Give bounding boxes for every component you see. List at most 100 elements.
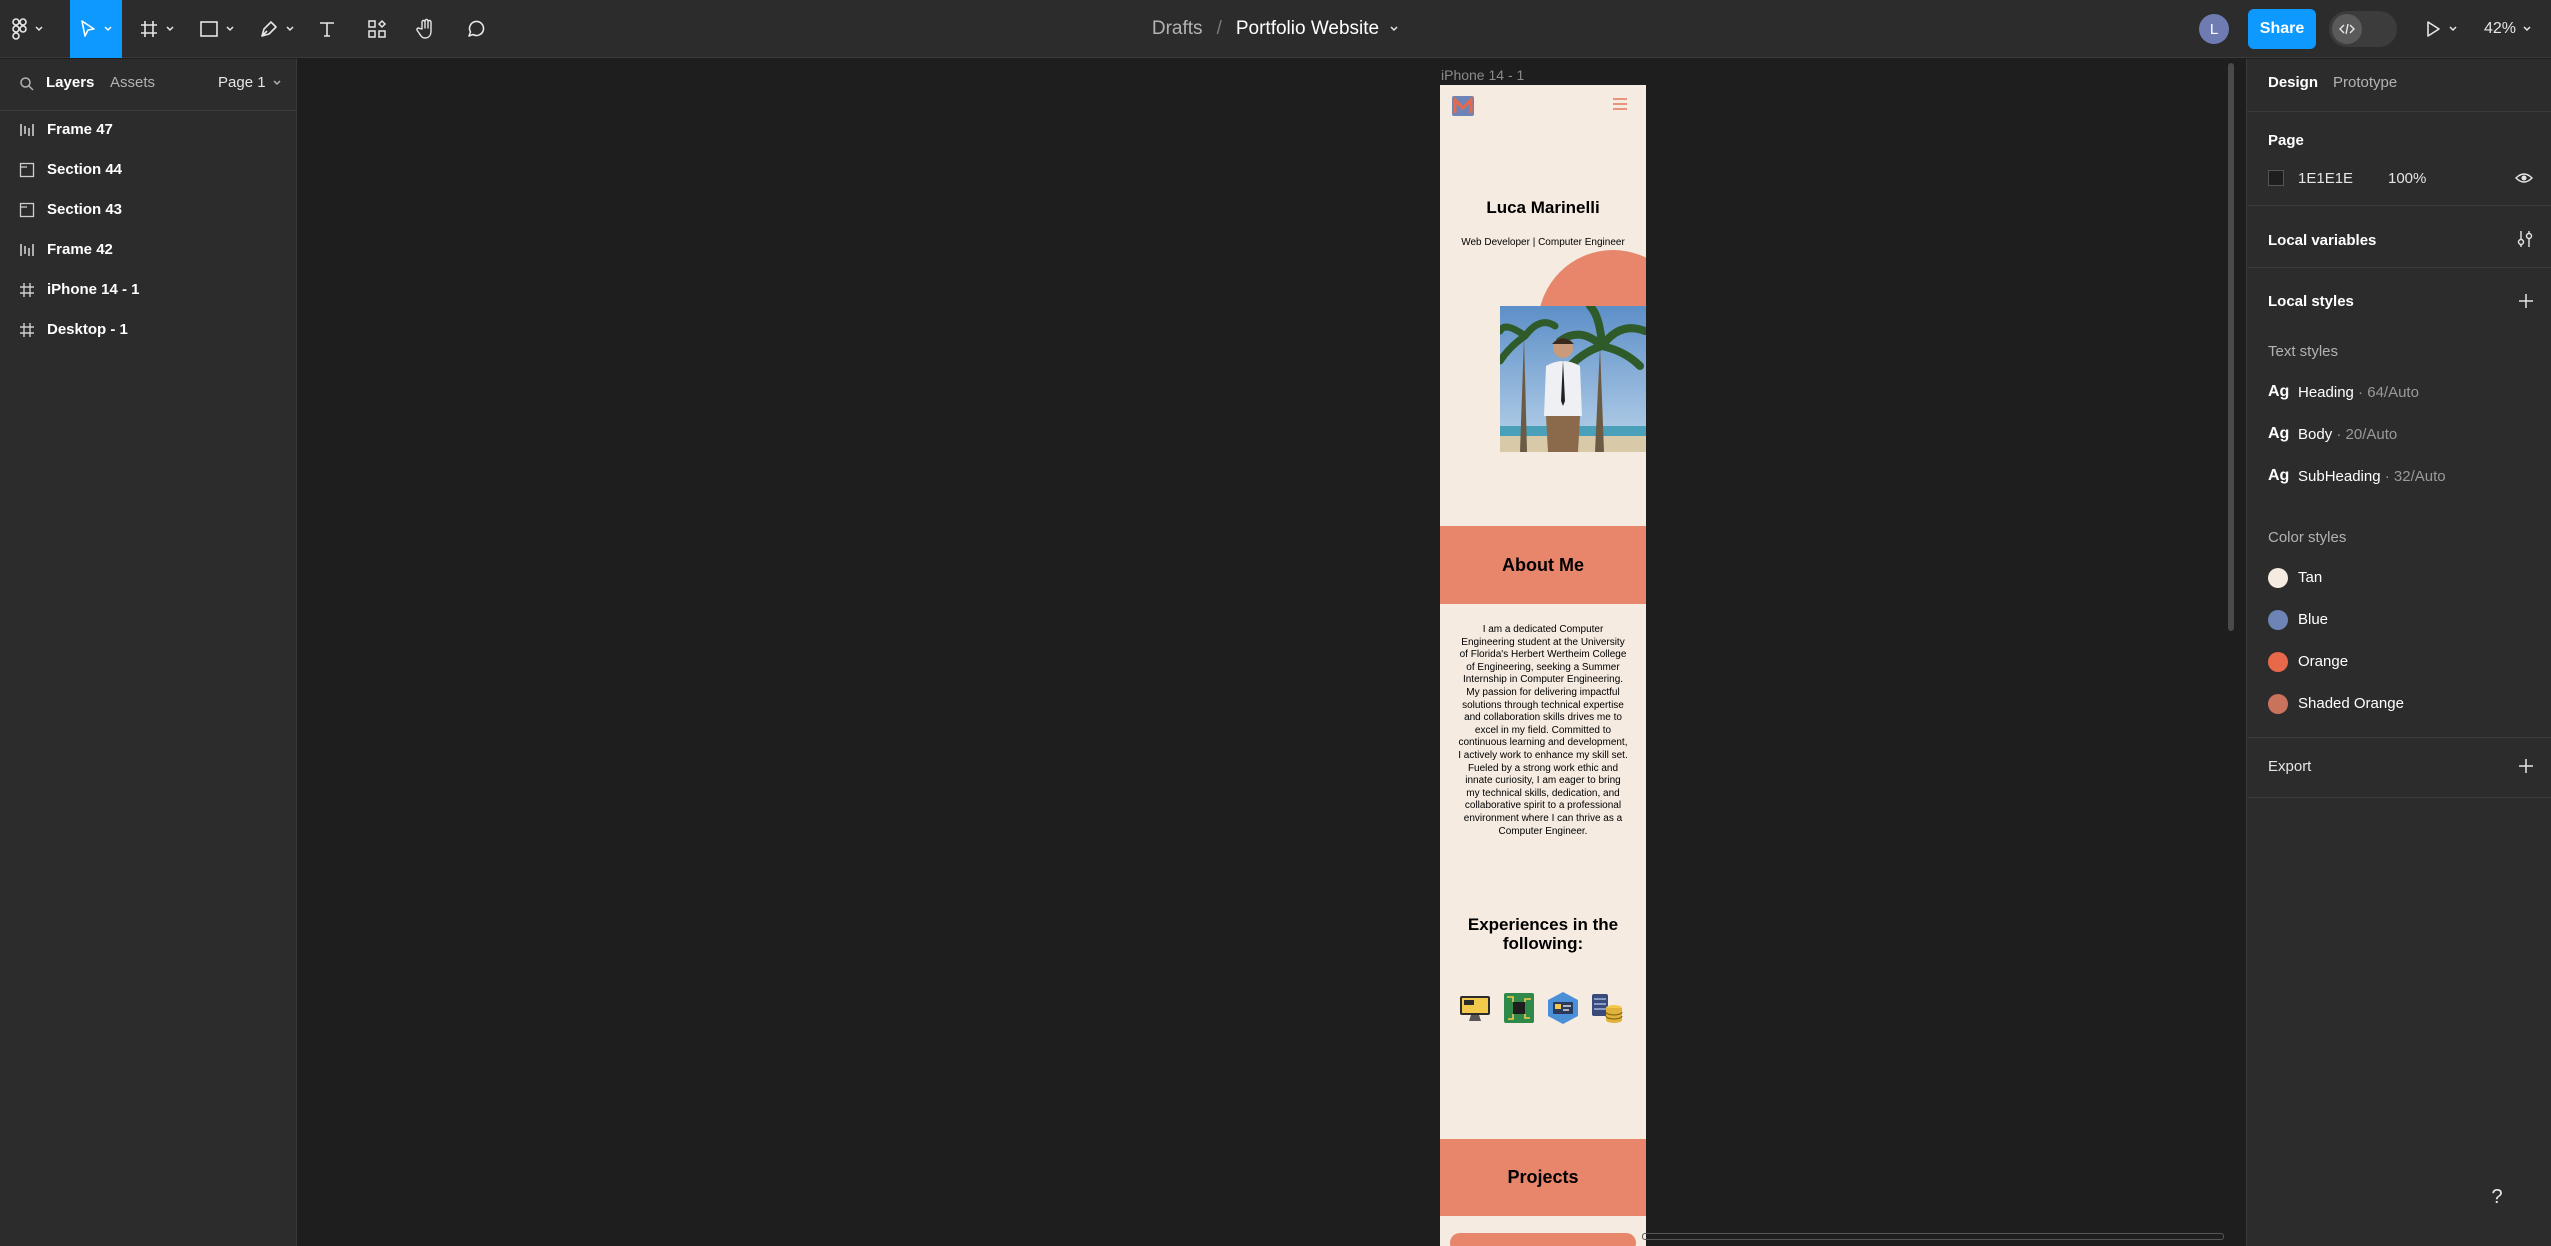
frame-hash-icon: [141, 21, 157, 37]
frame-label[interactable]: iPhone 14 - 1: [1441, 67, 1524, 83]
layer-row-frame-42[interactable]: Frame 42: [0, 229, 296, 269]
color-swatch-shaded-orange[interactable]: [2268, 694, 2288, 714]
layer-name: Frame 42: [47, 240, 113, 258]
color-swatch-orange[interactable]: [2268, 652, 2288, 672]
text-style-name: Body: [2298, 426, 2333, 443]
text-style-heading[interactable]: Heading · 64/Auto: [2298, 384, 2419, 401]
tab-layers[interactable]: Layers: [46, 74, 94, 91]
color-swatch-blue[interactable]: [2268, 610, 2288, 630]
present-button[interactable]: [2424, 0, 2458, 58]
help-button[interactable]: ?: [2477, 1177, 2517, 1217]
text-style-meta: · 32/Auto: [2380, 468, 2446, 485]
circuit-board-icon: [1504, 993, 1534, 1023]
comment-icon: [468, 20, 485, 37]
hero-photo: [1500, 306, 1646, 452]
dev-mode-knob: [2332, 14, 2362, 44]
hand-tool-button[interactable]: [411, 0, 441, 58]
chevron-down-icon: [226, 26, 234, 32]
layer-row-iphone-14-1[interactable]: iPhone 14 - 1: [0, 269, 296, 309]
frame-tool-button[interactable]: [134, 0, 180, 58]
experiences-heading: Experiences in the following:: [1467, 915, 1619, 953]
database-icon: [1592, 994, 1623, 1023]
chevron-down-icon: [2449, 26, 2457, 32]
color-swatch-tan[interactable]: [2268, 568, 2288, 588]
zoom-menu[interactable]: 42%: [2484, 0, 2532, 58]
color-style-shaded-orange[interactable]: Shaded Orange: [2298, 695, 2404, 712]
panel-divider: [2247, 205, 2551, 206]
chevron-down-icon[interactable]: [1389, 24, 1399, 34]
color-style-blue[interactable]: Blue: [2298, 611, 2328, 628]
layer-row-desktop-1[interactable]: Desktop - 1: [0, 309, 296, 349]
auto-layout-icon: [20, 124, 34, 136]
design-canvas[interactable]: iPhone 14 - 1 Luca Marinelli Web Develop…: [298, 59, 2246, 1246]
hamburger-menu-icon[interactable]: [1612, 97, 1628, 111]
page-selector-label: Page 1: [218, 74, 266, 91]
local-variables-heading: Local variables: [2268, 232, 2377, 249]
chevron-down-icon: [286, 26, 294, 32]
chevron-down-icon: [35, 26, 43, 32]
iphone-frame[interactable]: Luca Marinelli Web Developer | Computer …: [1440, 85, 1646, 1246]
color-style-tan[interactable]: Tan: [2298, 569, 2322, 586]
panel-divider: [2247, 267, 2551, 268]
layer-name: iPhone 14 - 1: [47, 280, 140, 298]
resources-tool-button[interactable]: [362, 0, 392, 58]
project-card-top: [1450, 1233, 1636, 1246]
pen-tool-button[interactable]: [254, 0, 300, 58]
layer-row-section-43[interactable]: Section 43: [0, 189, 296, 229]
layer-name: Desktop - 1: [47, 320, 128, 338]
page-selector[interactable]: Page 1: [218, 74, 282, 91]
layer-row-frame-47[interactable]: Frame 47: [0, 109, 296, 149]
auto-layout-icon: [20, 244, 34, 256]
hero-role: Web Developer | Computer Engineer: [1461, 237, 1625, 248]
resources-icon: [368, 19, 387, 38]
chevron-down-icon: [104, 26, 112, 32]
dev-mode-toggle[interactable]: [2329, 11, 2397, 47]
layer-name: Section 44: [47, 160, 123, 178]
color-style-orange[interactable]: Orange: [2298, 653, 2348, 670]
text-style-ag-glyph: Ag: [2268, 425, 2290, 442]
file-name-title[interactable]: Portfolio Website: [1236, 18, 1379, 40]
tab-assets[interactable]: Assets: [110, 74, 155, 91]
horizontal-scrollbar[interactable]: [1642, 1233, 2224, 1240]
tab-design[interactable]: Design: [2268, 74, 2318, 91]
section-icon: [19, 202, 35, 218]
id-card-icon: [1548, 992, 1578, 1024]
about-me-heading: About Me: [1440, 526, 1646, 604]
text-tool-button[interactable]: [312, 0, 342, 58]
text-icon: [320, 22, 334, 37]
eye-icon[interactable]: [2515, 171, 2533, 185]
search-icon[interactable]: [19, 76, 35, 92]
share-button[interactable]: Share: [2248, 9, 2316, 49]
figma-logo-icon: [12, 18, 27, 40]
color-styles-label: Color styles: [2268, 529, 2347, 546]
layer-row-section-44[interactable]: Section 44: [0, 149, 296, 189]
comment-tool-button[interactable]: [461, 0, 491, 58]
breadcrumb-drafts-link[interactable]: Drafts: [1152, 18, 1203, 40]
figma-menu-button[interactable]: [10, 0, 46, 58]
page-color-hex-input[interactable]: 1E1E1E: [2298, 170, 2353, 187]
shape-tool-button[interactable]: [194, 0, 240, 58]
breadcrumb-separator: /: [1216, 18, 1222, 39]
code-icon: [2339, 23, 2355, 35]
text-style-subheading[interactable]: SubHeading · 32/Auto: [2298, 468, 2446, 485]
portrait-photo-image: [1500, 306, 1646, 452]
frame-icon: [20, 323, 34, 337]
zoom-level: 42%: [2484, 20, 2517, 37]
variables-sliders-icon[interactable]: [2517, 230, 2533, 248]
vertical-scrollbar[interactable]: [2228, 63, 2234, 631]
add-icon[interactable]: [2518, 758, 2534, 774]
page-color-swatch[interactable]: [2268, 170, 2284, 186]
tab-prototype[interactable]: Prototype: [2333, 74, 2397, 91]
panel-divider: [2247, 737, 2551, 738]
add-icon[interactable]: [2518, 293, 2534, 309]
move-tool-button[interactable]: [70, 0, 122, 58]
layer-name: Frame 47: [47, 120, 113, 138]
chevron-down-icon: [166, 26, 174, 32]
site-logo-icon: [1452, 96, 1474, 116]
chevron-down-icon: [2523, 26, 2531, 32]
page-opacity-input[interactable]: 100%: [2388, 170, 2426, 187]
user-avatar[interactable]: L: [2199, 14, 2229, 44]
text-style-ag-glyph: Ag: [2268, 467, 2290, 484]
rectangle-icon: [200, 21, 218, 37]
text-style-body[interactable]: Body · 20/Auto: [2298, 426, 2397, 443]
